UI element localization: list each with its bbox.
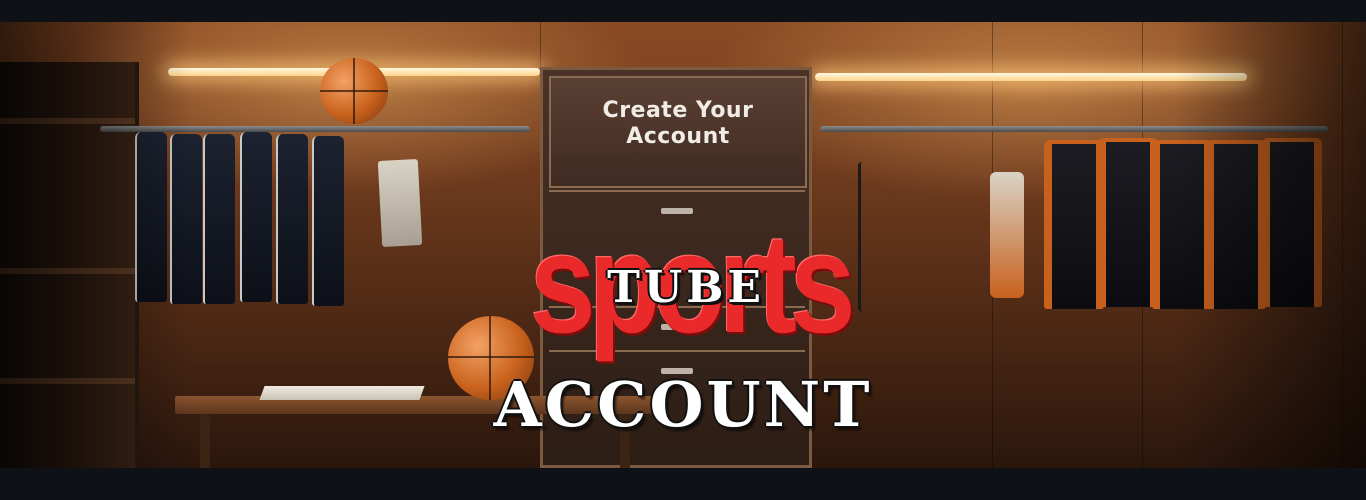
create-account-sign-text: Create Your Account: [602, 98, 754, 149]
hanging-rail: [820, 126, 1328, 132]
jersey: [1206, 140, 1266, 309]
left-shelf: [0, 62, 139, 468]
jersey: [1098, 138, 1158, 307]
basketball: [320, 58, 388, 124]
catcher-mask: [858, 162, 907, 312]
jersey: [312, 136, 344, 306]
jersey: [135, 132, 167, 302]
jersey: [1152, 140, 1212, 309]
sports-tube-logo: sports TUBE: [530, 194, 856, 374]
bottom-bar: [0, 468, 1366, 500]
hanging-rail: [100, 126, 530, 132]
account-heading: ACCOUNT: [493, 368, 873, 441]
top-bar: [0, 0, 1366, 22]
locker-sign: Create Your Account: [549, 76, 807, 188]
jersey: [203, 134, 235, 304]
jersey: [1044, 140, 1104, 309]
hang-tag: [377, 159, 423, 247]
ceiling-light: [815, 73, 1247, 81]
jersey: [170, 134, 202, 304]
shelf-board: [0, 268, 135, 274]
shelf-board: [0, 118, 135, 124]
jersey: [1262, 138, 1322, 307]
jersey: [240, 132, 272, 302]
logo-tube-text: TUBE: [607, 262, 765, 313]
bench-leg: [200, 414, 210, 468]
jersey: [276, 134, 308, 304]
shelf-board: [0, 378, 135, 384]
hanging-towel: [990, 172, 1024, 298]
